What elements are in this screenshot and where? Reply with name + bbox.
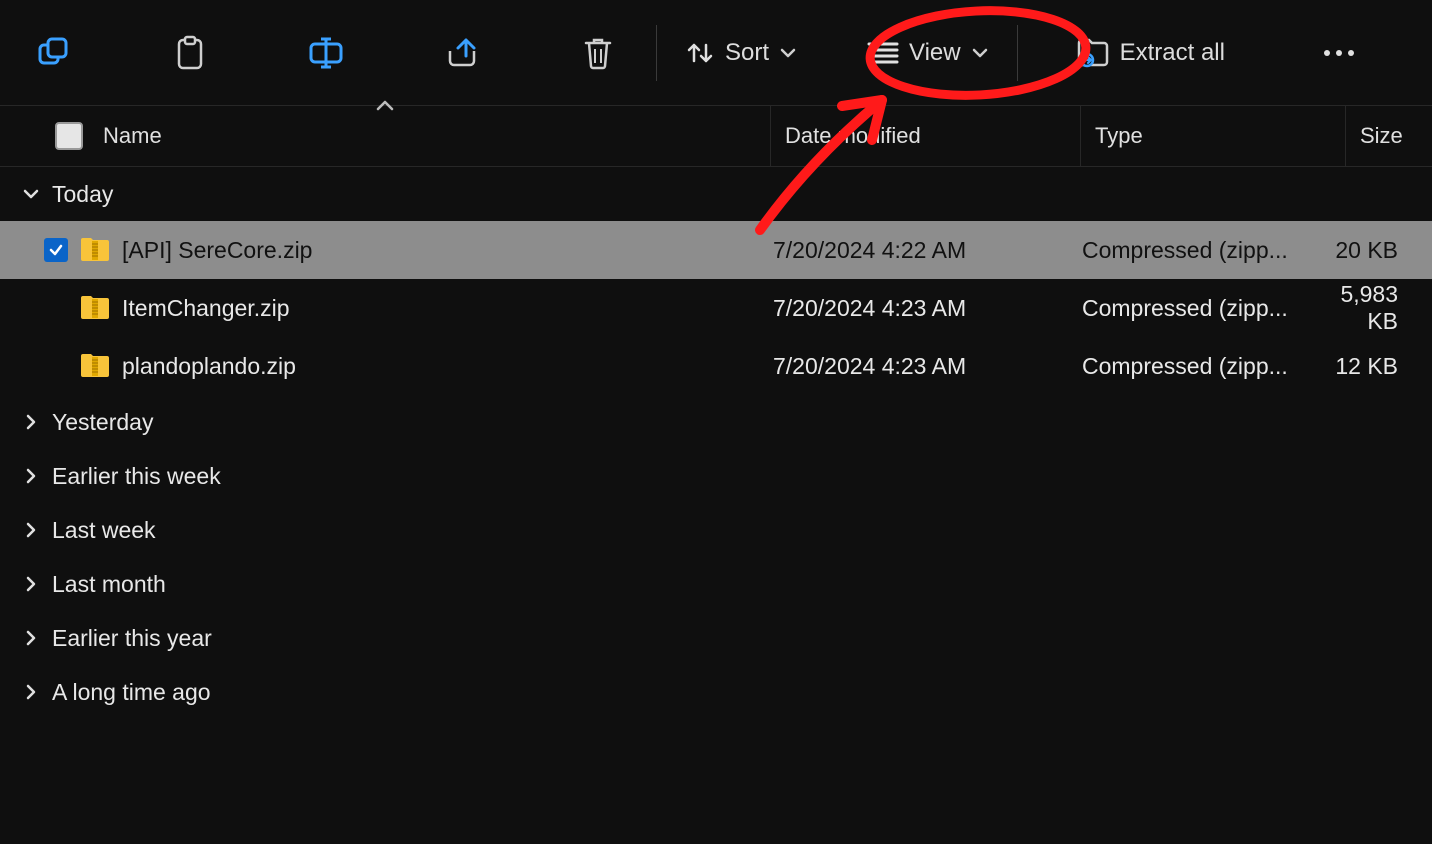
- trash-icon: [582, 35, 614, 71]
- column-size-label: Size: [1360, 123, 1403, 149]
- file-row[interactable]: plandoplando.zip 7/20/2024 4:23 AM Compr…: [0, 337, 1432, 395]
- extract-icon: [1076, 38, 1110, 68]
- checkmark-icon: [48, 242, 64, 258]
- group-label: A long time ago: [52, 679, 211, 706]
- sort-icon: [685, 38, 715, 68]
- zip-folder-icon: [80, 296, 110, 320]
- share-icon: [444, 36, 480, 70]
- chevron-right-icon: [22, 683, 40, 701]
- group-label: Today: [52, 181, 113, 208]
- delete-button[interactable]: [558, 23, 638, 83]
- group-label: Yesterday: [52, 409, 153, 436]
- group-label: Last week: [52, 517, 156, 544]
- file-date: 7/20/2024 4:22 AM: [759, 237, 1068, 264]
- chevron-right-icon: [22, 521, 40, 539]
- group-label: Earlier this week: [52, 463, 221, 490]
- extract-all-button[interactable]: Extract all: [1066, 23, 1235, 83]
- new-icon: [37, 36, 71, 70]
- new-button[interactable]: [14, 23, 94, 83]
- toolbar: Sort View Extract all: [0, 0, 1432, 106]
- file-type: Compressed (zipp...: [1068, 353, 1332, 380]
- group-earlier-this-year[interactable]: Earlier this year: [0, 611, 1432, 665]
- file-size: 5,983 KB: [1332, 281, 1432, 335]
- chevron-down-icon: [779, 44, 797, 62]
- share-button[interactable]: [422, 23, 502, 83]
- chevron-right-icon: [22, 413, 40, 431]
- paste-button[interactable]: [150, 23, 230, 83]
- group-yesterday[interactable]: Yesterday: [0, 395, 1432, 449]
- file-name: [API] SereCore.zip: [122, 237, 312, 264]
- file-date: 7/20/2024 4:23 AM: [759, 295, 1068, 322]
- group-label: Last month: [52, 571, 166, 598]
- column-size[interactable]: Size: [1346, 106, 1432, 166]
- sort-ascending-icon: [375, 100, 395, 112]
- file-row[interactable]: [API] SereCore.zip 7/20/2024 4:22 AM Com…: [0, 221, 1432, 279]
- toolbar-separator: [656, 25, 657, 81]
- sort-label: Sort: [725, 39, 769, 67]
- file-type: Compressed (zipp...: [1068, 295, 1332, 322]
- group-today[interactable]: Today: [0, 167, 1432, 221]
- group-last-week[interactable]: Last week: [0, 503, 1432, 557]
- zip-folder-icon: [80, 238, 110, 262]
- column-name[interactable]: Name: [0, 106, 771, 166]
- chevron-down-icon: [971, 44, 989, 62]
- column-date-label: Date modified: [785, 123, 921, 149]
- more-button[interactable]: [1299, 23, 1379, 83]
- more-horizontal-icon: [1321, 47, 1357, 59]
- view-dropdown[interactable]: View: [857, 23, 999, 83]
- column-date[interactable]: Date modified: [771, 106, 1081, 166]
- view-list-icon: [867, 40, 899, 66]
- chevron-right-icon: [22, 467, 40, 485]
- clipboard-icon: [174, 35, 206, 71]
- rename-button[interactable]: [286, 23, 366, 83]
- rename-icon: [308, 36, 344, 70]
- chevron-down-icon: [22, 185, 40, 203]
- zip-folder-icon: [80, 354, 110, 378]
- column-type-label: Type: [1095, 123, 1143, 149]
- file-row[interactable]: ItemChanger.zip 7/20/2024 4:23 AM Compre…: [0, 279, 1432, 337]
- group-label: Earlier this year: [52, 625, 212, 652]
- column-name-label: Name: [103, 123, 162, 149]
- column-type[interactable]: Type: [1081, 106, 1346, 166]
- file-name: ItemChanger.zip: [122, 295, 289, 322]
- file-name: plandoplando.zip: [122, 353, 296, 380]
- file-type: Compressed (zipp...: [1068, 237, 1332, 264]
- extract-all-label: Extract all: [1120, 39, 1225, 67]
- chevron-right-icon: [22, 629, 40, 647]
- group-last-month[interactable]: Last month: [0, 557, 1432, 611]
- row-checkbox[interactable]: [44, 238, 68, 262]
- chevron-right-icon: [22, 575, 40, 593]
- view-label: View: [909, 39, 961, 67]
- file-list: Today [API] SereCore.zip 7/20/2024 4:22 …: [0, 167, 1432, 719]
- group-earlier-this-week[interactable]: Earlier this week: [0, 449, 1432, 503]
- column-header: Name Date modified Type Size: [0, 106, 1432, 167]
- file-size: 12 KB: [1332, 353, 1432, 380]
- file-size: 20 KB: [1332, 237, 1432, 264]
- select-all-checkbox[interactable]: [55, 122, 83, 150]
- file-date: 7/20/2024 4:23 AM: [759, 353, 1068, 380]
- sort-dropdown[interactable]: Sort: [675, 23, 807, 83]
- toolbar-separator: [1017, 25, 1018, 81]
- group-long-time-ago[interactable]: A long time ago: [0, 665, 1432, 719]
